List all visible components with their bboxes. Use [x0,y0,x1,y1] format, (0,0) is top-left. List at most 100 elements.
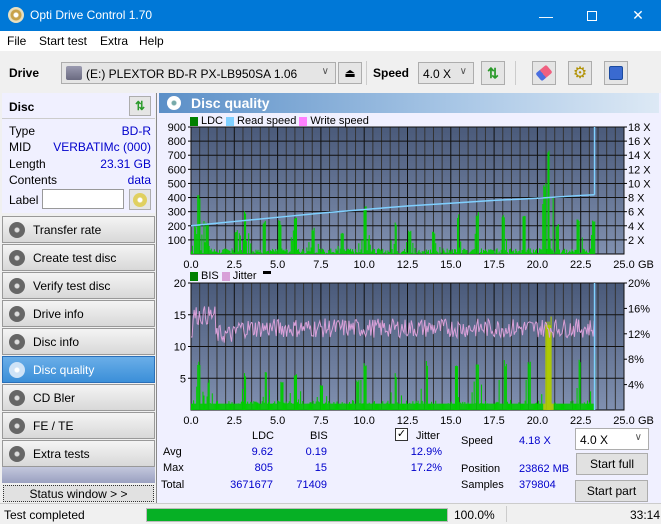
bis-bar [300,391,302,410]
bis-bar [490,403,492,410]
menu-extra[interactable]: Extra [100,34,128,48]
nav-item-cd-bler[interactable]: CD Bler [2,384,155,411]
bis-bar [305,403,307,410]
ldc-bar [260,252,262,254]
nav-item-disc-info[interactable]: Disc info [2,328,155,355]
ldc-bar [317,243,319,254]
ldc-bar [396,251,398,254]
ldc-bar [444,252,446,254]
bis-bar [263,402,265,410]
bis-bar [481,403,484,410]
bis-bar [445,403,447,410]
nav-item-create-test-disc[interactable]: Create test disc [2,244,155,271]
menu-file[interactable]: File [7,34,26,48]
start-full-button[interactable]: Start full [576,453,648,475]
position-label: Position [461,463,501,475]
ldc-bar [517,252,519,254]
ldc-bar [394,222,396,254]
bis-bar [408,403,410,410]
ldc-bar [466,250,468,254]
ldc-bar [399,253,401,254]
drive-select[interactable]: (E:) PLEXTOR BD-R PX-LB950SA 1.06 ∨ [61,62,336,84]
bis-bar [505,363,507,410]
speed-stat-value: 4.18 X [519,435,551,447]
label-input[interactable] [42,189,124,209]
bis-bar [282,382,284,410]
bis-bar [205,403,207,410]
ldc-bar [301,251,303,254]
status-window-button[interactable]: Status window > > [3,485,154,502]
type-label: Type [9,124,36,138]
bis-bar [516,403,518,410]
refresh-button[interactable]: ⇅ [481,61,505,85]
bis-bar [292,403,294,410]
ldc-bar [590,248,592,254]
minimize-button[interactable]: — [523,0,569,31]
ldc-bar [210,248,212,254]
nav-item-fe-te[interactable]: FE / TE [2,412,155,439]
maximize-button[interactable] [569,0,615,31]
bis-bar [545,324,547,410]
nav-item-verify-test-disc[interactable]: Verify test disc [2,272,155,299]
maximize-icon [587,10,597,21]
ldc-bar [524,216,526,254]
ldc-bar [349,248,352,254]
erase-button[interactable] [532,61,556,85]
ldc-bar [245,213,247,254]
jitter-checkbox[interactable]: ✓ [395,428,408,441]
y-tick-label-left: 500 [168,178,186,190]
close-button[interactable]: ✕ [615,0,661,31]
bis-bar [581,403,583,410]
ldc-bar [411,252,413,254]
bis-bar [580,403,582,410]
ldc-bar [556,225,558,254]
ldc-bar [256,251,258,254]
ldc-bar [387,250,389,254]
bis-bar [479,403,481,410]
ldc-bar [406,242,408,254]
nav-item-label: Transfer rate [33,222,102,237]
ldc-bar [191,251,193,254]
bis-bar [478,403,480,410]
save-button[interactable] [604,61,628,85]
nav-item-drive-info[interactable]: Drive info [2,300,155,327]
bis-bar [319,385,321,410]
bis-bar [402,403,405,410]
ldc-bar [446,248,448,254]
bis-bar [530,403,532,410]
ldc-bar [552,197,554,254]
ldc-bar [501,216,503,254]
label-disc-button[interactable] [129,189,151,210]
bis-bar [227,403,229,410]
ldc-bar [346,248,348,254]
menu-help[interactable]: Help [139,34,164,48]
avg-label: Avg [163,446,182,458]
bis-bar [232,403,234,410]
bis-bar [388,403,390,410]
position-value: 23862 MB [519,463,570,475]
test-speed-select[interactable]: 4.0 X ∨ [575,428,649,450]
eject-button[interactable]: ⏏ [338,62,362,84]
ldc-bar [268,253,270,254]
speed-select[interactable]: 4.0 X ∨ [418,62,474,84]
bis-bar [578,359,580,410]
bis-bar [330,403,332,410]
start-part-button[interactable]: Start part [575,480,648,502]
menu-start-test[interactable]: Start test [39,34,87,48]
nav-item-disc-quality[interactable]: Disc quality [2,356,155,383]
disc-refresh-button[interactable]: ⇅ [129,96,151,116]
bis-bar [339,403,341,410]
bis-bar [534,403,537,410]
ldc-bar [311,229,313,254]
ldc-bar [233,252,235,254]
ldc-bar [275,248,277,254]
bis-bar [458,397,460,410]
bis-bar [359,403,361,410]
settings-button[interactable]: ⚙ [568,61,592,85]
bis-bar [546,321,548,410]
ldc-bar [594,221,596,254]
disc-gear-icon [9,249,25,266]
nav-item-extra-tests[interactable]: Extra tests [2,440,155,467]
nav-item-transfer-rate[interactable]: Transfer rate [2,216,155,243]
ldc-bar [228,250,230,254]
